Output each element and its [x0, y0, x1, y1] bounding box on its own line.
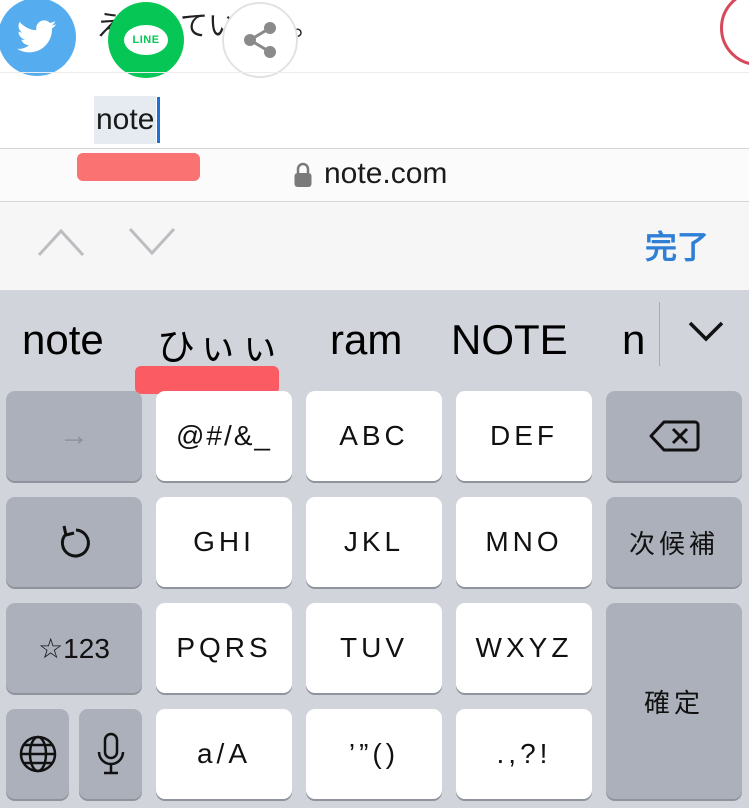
- twitter-share-button[interactable]: [0, 0, 76, 76]
- delete-key[interactable]: [606, 391, 742, 481]
- key-tuv[interactable]: TUV: [306, 603, 442, 693]
- candidate-ram[interactable]: ram: [330, 316, 402, 364]
- user-avatar[interactable]: [720, 0, 749, 66]
- key-label: 確定: [643, 688, 704, 719]
- key-punctuation[interactable]: .,?!: [456, 709, 592, 799]
- divider: [0, 72, 749, 73]
- text-caret: [157, 97, 160, 143]
- chevron-down-icon[interactable]: [127, 226, 177, 258]
- key-label: MNO: [485, 526, 563, 557]
- confirm-key[interactable]: 確定: [606, 603, 742, 799]
- form-accessory-bar: [0, 202, 749, 290]
- candidate-hiii[interactable]: ひぃぃ: [157, 316, 283, 371]
- next-candidate-key[interactable]: 次候補: [606, 497, 742, 587]
- line-share-button[interactable]: LINE: [108, 2, 184, 78]
- key-ghi[interactable]: GHI: [156, 497, 292, 587]
- key-label: @#/&_: [175, 420, 273, 451]
- key-case-toggle[interactable]: a/A: [156, 709, 292, 799]
- arrow-right-icon: →: [59, 419, 89, 452]
- share-button[interactable]: [222, 2, 298, 78]
- key-arrow[interactable]: →: [6, 391, 142, 481]
- line-logo-icon: LINE: [124, 25, 168, 55]
- dictation-key[interactable]: [79, 709, 142, 799]
- key-label: DEF: [490, 420, 558, 451]
- key-quotes[interactable]: ’”(): [306, 709, 442, 799]
- key-label: ABC: [339, 420, 409, 451]
- key-def[interactable]: DEF: [456, 391, 592, 481]
- key-mno[interactable]: MNO: [456, 497, 592, 587]
- candidate-note[interactable]: note: [22, 316, 104, 364]
- key-label: ’”(): [348, 738, 400, 769]
- undo-key[interactable]: [6, 497, 142, 587]
- twitter-bird-icon: [17, 20, 57, 53]
- page-content: え てい 。 LINE note: [0, 0, 749, 148]
- done-button[interactable]: 完了: [645, 222, 709, 268]
- key-label: ☆123: [38, 632, 110, 664]
- highlight-mark: [135, 366, 279, 394]
- key-label: GHI: [193, 526, 255, 557]
- key-abc[interactable]: ABC: [306, 391, 442, 481]
- key-jkl[interactable]: JKL: [306, 497, 442, 587]
- key-symbols[interactable]: @#/&_: [156, 391, 292, 481]
- key-label: TUV: [340, 632, 408, 663]
- key-pqrs[interactable]: PQRS: [156, 603, 292, 693]
- globe-key[interactable]: [6, 709, 69, 799]
- chevron-up-icon[interactable]: [36, 226, 86, 258]
- lock-icon: [294, 162, 312, 187]
- highlight-mark: [77, 153, 200, 181]
- key-label: a/A: [196, 738, 252, 769]
- key-wxyz[interactable]: WXYZ: [456, 603, 592, 693]
- share-icon: [244, 22, 276, 58]
- numbers-key[interactable]: ☆123: [6, 603, 142, 693]
- globe-icon: [19, 735, 56, 773]
- candidate-divider: [659, 302, 660, 366]
- key-label: JKL: [343, 526, 405, 557]
- url-text: note.com: [324, 157, 448, 190]
- backspace-icon: [649, 420, 700, 452]
- key-label: .,?!: [496, 738, 552, 769]
- text-input[interactable]: note: [94, 96, 157, 144]
- microphone-icon: [97, 732, 124, 775]
- key-label: PQRS: [176, 632, 272, 663]
- undo-icon: [60, 525, 90, 558]
- candidate-NOTE[interactable]: NOTE: [451, 316, 568, 364]
- key-label: 次候補: [628, 529, 719, 560]
- candidate-n[interactable]: n: [622, 316, 645, 364]
- key-label: WXYZ: [475, 632, 573, 663]
- chevron-down-icon[interactable]: [686, 318, 726, 346]
